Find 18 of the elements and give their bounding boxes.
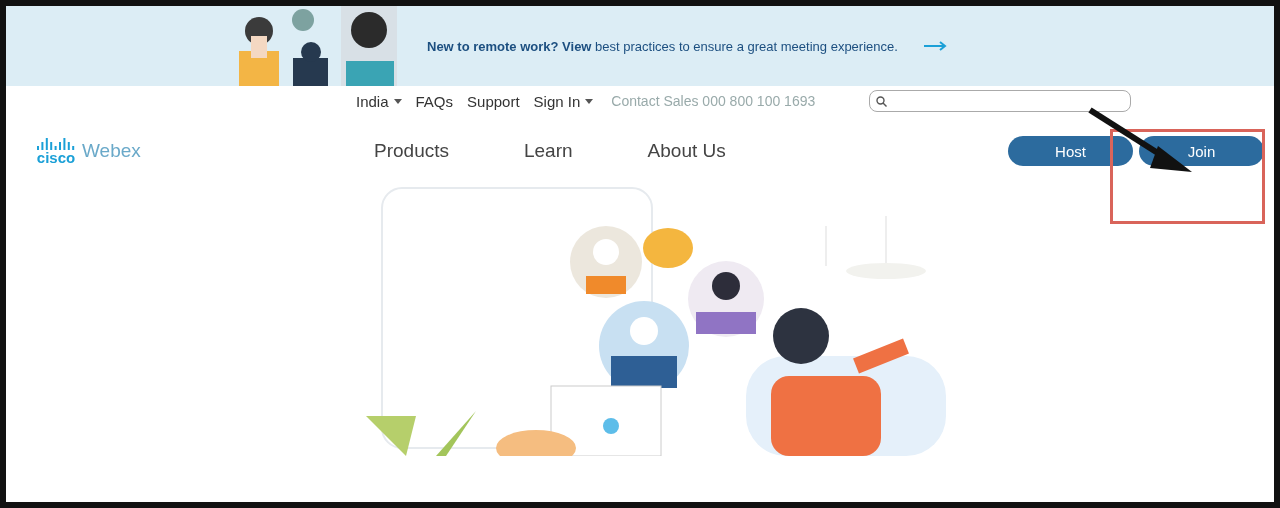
search-icon [876,95,888,107]
banner-text[interactable]: New to remote work? View best practices to ensure a great meeting experience. [427,38,898,54]
nav-link[interactable]: Products [374,140,449,162]
search-field[interactable] [869,90,1132,112]
nav-link[interactable]: Learn [524,140,573,162]
arrow-icon [923,41,948,51]
logo-bars-icon [36,137,76,150]
nav-link[interactable]: FAQs [415,92,454,110]
host-button[interactable]: Host [1008,136,1133,166]
nav-link[interactable]: India [356,92,402,110]
caret-icon [393,98,402,104]
caret-icon [585,98,594,104]
nav-link[interactable]: Sign In [533,92,594,110]
brand-logo-text: cisco [36,149,76,165]
product-name: Webex [82,140,141,162]
nav-link[interactable]: Support [467,92,520,110]
contact-sales-text: Contact Sales 000 800 100 1693 [611,93,816,109]
nav-link[interactable]: About Us [647,140,726,162]
